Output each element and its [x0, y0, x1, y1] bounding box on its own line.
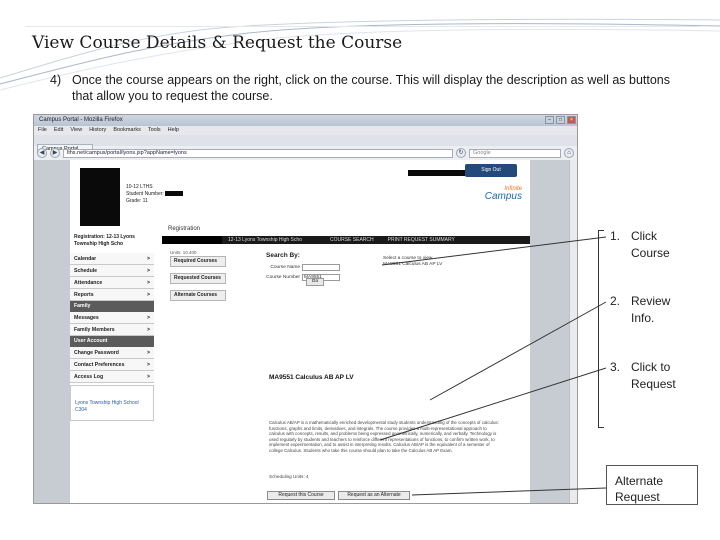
menu-item-help[interactable]: Help [168, 126, 179, 135]
callout-review-info: 2. Review Info. [610, 294, 671, 325]
page-viewport: 10-12 LTHS Student Number: Grade: 11 Sig… [34, 160, 577, 503]
sidebar-item-attendance[interactable]: Attendance > [70, 277, 154, 289]
sidebar-header-user-account: User Account [70, 336, 154, 347]
sidebar-footer-school[interactable]: Lyons Township High School C304 [70, 385, 154, 421]
step-text: Once the course appears on the right, cl… [72, 73, 670, 103]
course-title: MA9551 Calculus AB AP LV [269, 374, 354, 381]
course-result: Select a course to view MA9551 Calculus … [383, 256, 442, 268]
chevron-right-icon: > [146, 292, 150, 298]
redacted-name [408, 170, 470, 176]
scheduling-units: Scheduling Units: 4 [269, 474, 309, 479]
minimize-icon[interactable]: – [545, 116, 554, 124]
sidebar-item-access-log[interactable]: Access Log > [70, 371, 154, 383]
browser-tabbar: Campus Portal [34, 135, 577, 153]
callout-bracket [598, 230, 604, 428]
alternate-courses-button[interactable]: Alternate Courses [170, 290, 226, 301]
menu-item-tools[interactable]: Tools [148, 126, 161, 135]
browser-menubar: File Edit View History Bookmarks Tools Help [34, 126, 577, 135]
menu-item-file[interactable]: File [38, 126, 47, 135]
print-request-summary-link[interactable]: PRINT REQUEST SUMMARY [388, 237, 455, 243]
page-scrollbar[interactable] [569, 160, 577, 503]
close-icon[interactable]: × [567, 116, 576, 124]
required-courses-button[interactable]: Required Courses [170, 256, 226, 267]
forward-icon[interactable]: ▶ [50, 148, 60, 158]
slide-title: View Course Details & Request the Course [32, 33, 403, 53]
course-result-link[interactable]: MA9551 Calculus AB AP LV [383, 262, 442, 268]
registration-label: Registration [168, 226, 201, 232]
menu-item-bookmarks[interactable]: Bookmarks [113, 126, 141, 135]
maximize-icon[interactable]: □ [556, 116, 565, 124]
sidebar-item-schedule[interactable]: Schedule > [70, 265, 154, 277]
sidebar-item-change-password[interactable]: Change Password > [70, 347, 154, 359]
menu-item-view[interactable]: View [70, 126, 82, 135]
sidebar-item-contact-preferences[interactable]: Contact Preferences > [70, 359, 154, 371]
url-bar[interactable]: lths.net/campus/portal/lyons.jsp?appName… [63, 148, 453, 158]
chevron-right-icon: > [146, 256, 150, 262]
requested-courses-button[interactable]: Requested Courses [170, 273, 226, 284]
sidebar-header-family: Family [70, 301, 154, 312]
chevron-right-icon: > [146, 315, 150, 321]
chevron-right-icon: > [146, 350, 150, 356]
sidebar-item-family-members[interactable]: Family Members > [70, 324, 154, 336]
request-course-button[interactable]: Request this Course [267, 491, 335, 500]
chevron-right-icon: > [146, 268, 150, 274]
search-input[interactable]: Google [469, 148, 561, 158]
browser-navbar: ◀ ▶ lths.net/campus/portal/lyons.jsp?app… [34, 146, 577, 160]
course-search-form: Search By: Course Name Course Number MA95… [266, 252, 340, 282]
course-name-input[interactable] [302, 263, 340, 271]
student-grade: Grade: 11 [126, 198, 148, 204]
home-icon[interactable]: ⌂ [564, 148, 574, 158]
sidebar-item-calendar[interactable]: Calendar > [70, 253, 154, 265]
chevron-right-icon: > [146, 362, 150, 368]
chevron-right-icon: > [146, 280, 150, 286]
campus-portal-page: 10-12 LTHS Student Number: Grade: 11 Sig… [70, 160, 530, 503]
callout-click-course: 1. Click Course [610, 229, 670, 260]
sidebar-item-messages[interactable]: Messages > [70, 312, 154, 324]
student-grade-line: 10-12 LTHS [126, 184, 153, 190]
step-instruction: 4) Once the course appears on the right,… [50, 72, 672, 104]
back-icon[interactable]: ◀ [37, 148, 47, 158]
infinite-campus-logo: Infinite Campus [484, 186, 522, 202]
reload-icon[interactable]: ↻ [456, 148, 466, 158]
chevron-right-icon: > [146, 327, 150, 333]
sidebar-item-reports[interactable]: Reports > [70, 289, 154, 301]
go-button[interactable]: Go [306, 278, 324, 286]
course-number-label: Course Number [266, 274, 300, 280]
redacted-photo [80, 168, 120, 226]
search-heading: Search By: [266, 252, 300, 259]
browser-screenshot: Campus Portal - Mozilla Firefox – □ × Fi… [33, 114, 578, 504]
registration-strip: 12-13 Lyons Township High Scho COURSE SE… [162, 236, 530, 244]
sidebar: Registration: 12-13 Lyons Township High … [70, 232, 154, 421]
callout-alternate-request: Alternate Request [606, 465, 698, 505]
menu-item-edit[interactable]: Edit [54, 126, 63, 135]
sign-out-button[interactable]: Sign Out [465, 164, 517, 177]
browser-titlebar: Campus Portal - Mozilla Firefox – □ × [34, 115, 577, 126]
request-alternate-button[interactable]: Request as an Alternate [338, 491, 410, 500]
request-lists: Units: 10.400 Required Courses Requested… [170, 250, 256, 307]
course-name-label: Course Name [270, 264, 300, 270]
student-number: Student Number: [126, 191, 184, 198]
sidebar-registration: Registration: 12-13 Lyons Township High … [74, 234, 135, 247]
course-description: Calculus AB/AP is a mathematically enric… [269, 420, 499, 453]
student-info: 10-12 LTHS Student Number: Grade: 11 [126, 184, 184, 205]
window-title: Campus Portal - Mozilla Firefox [39, 117, 123, 123]
chevron-right-icon: > [146, 374, 150, 380]
school-name: 12-13 Lyons Township High Scho [228, 237, 302, 243]
redacted-strip [162, 236, 222, 244]
menu-item-history[interactable]: History [89, 126, 106, 135]
step-number: 4) [50, 73, 62, 87]
course-search-link[interactable]: COURSE SEARCH [330, 237, 374, 243]
callout-click-request: 3. Click to Request [610, 360, 676, 391]
